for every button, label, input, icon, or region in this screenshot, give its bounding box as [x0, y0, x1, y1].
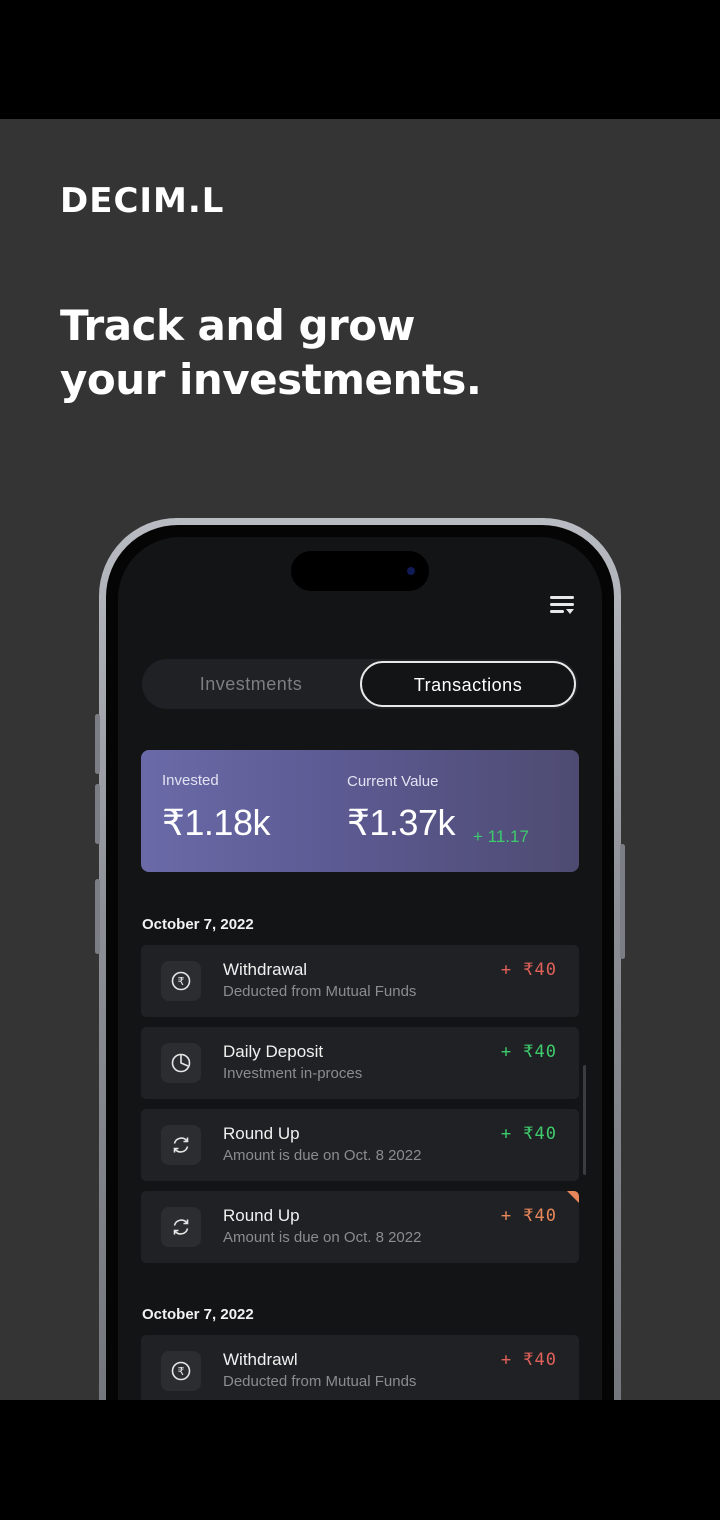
- invested-label: Invested: [162, 772, 219, 789]
- rupee-circle-icon: ₹: [161, 961, 201, 1001]
- list-scrollbar[interactable]: [583, 1065, 586, 1175]
- current-value-label: Current Value: [347, 773, 439, 790]
- brand-logo: DECIM.L: [60, 181, 225, 221]
- camera-dot: [407, 567, 415, 575]
- headline: Track and grow your investments.: [60, 299, 482, 407]
- transaction-row[interactable]: ₹ Withdrawal Deducted from Mutual Funds …: [141, 945, 579, 1017]
- transaction-row[interactable]: Daily Deposit Investment in-proces + ₹40: [141, 1027, 579, 1099]
- portfolio-summary-card: Invested ₹1.18k Current Value ₹1.37k + 1…: [141, 750, 579, 872]
- status-bar-area: [0, 0, 720, 119]
- transaction-subtitle: Amount is due on Oct. 8 2022: [223, 1229, 422, 1246]
- transaction-title: Withdrawal: [223, 960, 308, 979]
- svg-text:₹: ₹: [178, 1365, 185, 1378]
- pending-corner-marker: [567, 1191, 579, 1203]
- transaction-amount: + ₹40: [500, 1350, 557, 1370]
- date-header: October 7, 2022: [142, 916, 254, 933]
- filter-menu-icon[interactable]: [550, 595, 576, 617]
- phone-side-button: [95, 784, 100, 844]
- transaction-amount: + ₹40: [500, 1124, 557, 1144]
- navigation-bar-area: [0, 1400, 720, 1520]
- date-header: October 7, 2022: [142, 1306, 254, 1323]
- transaction-title: Withdrawl: [223, 1350, 298, 1369]
- transaction-subtitle: Deducted from Mutual Funds: [223, 983, 417, 1000]
- current-value: ₹1.37k: [347, 802, 455, 843]
- phone-power-button: [620, 844, 625, 959]
- pie-chart-icon: [161, 1043, 201, 1083]
- transaction-row[interactable]: ₹ Withdrawl Deducted from Mutual Funds +…: [141, 1335, 579, 1400]
- sync-icon: [161, 1125, 201, 1165]
- transaction-amount: + ₹40: [500, 1206, 557, 1226]
- rupee-circle-icon: ₹: [161, 1351, 201, 1391]
- transaction-row[interactable]: Round Up Amount is due on Oct. 8 2022 + …: [141, 1191, 579, 1263]
- headline-line-1: Track and grow: [60, 301, 415, 350]
- headline-line-2: your investments.: [60, 355, 482, 404]
- phone-side-button: [95, 879, 100, 954]
- tab-switcher: Investments Transactions: [142, 659, 578, 709]
- sync-icon: [161, 1207, 201, 1247]
- svg-text:₹: ₹: [178, 975, 185, 988]
- invested-value: ₹1.18k: [162, 802, 270, 843]
- dynamic-island: [291, 551, 429, 591]
- transaction-amount: + ₹40: [500, 1042, 557, 1062]
- phone-side-button: [95, 714, 100, 774]
- transaction-title: Round Up: [223, 1124, 300, 1143]
- tab-transactions[interactable]: Transactions: [360, 661, 576, 707]
- transaction-subtitle: Amount is due on Oct. 8 2022: [223, 1147, 422, 1164]
- transaction-amount: + ₹40: [500, 960, 557, 980]
- promo-banner: DECIM.L Track and grow your investments.…: [0, 119, 720, 1400]
- phone-screen: Investments Transactions Invested ₹1.18k…: [118, 537, 602, 1400]
- tab-investments[interactable]: Investments: [142, 659, 360, 709]
- transaction-subtitle: Deducted from Mutual Funds: [223, 1373, 417, 1390]
- transaction-row[interactable]: Round Up Amount is due on Oct. 8 2022 + …: [141, 1109, 579, 1181]
- transaction-subtitle: Investment in-proces: [223, 1065, 363, 1082]
- transaction-title: Daily Deposit: [223, 1042, 324, 1061]
- current-value-delta: + 11.17: [473, 827, 529, 846]
- transaction-title: Round Up: [223, 1206, 300, 1225]
